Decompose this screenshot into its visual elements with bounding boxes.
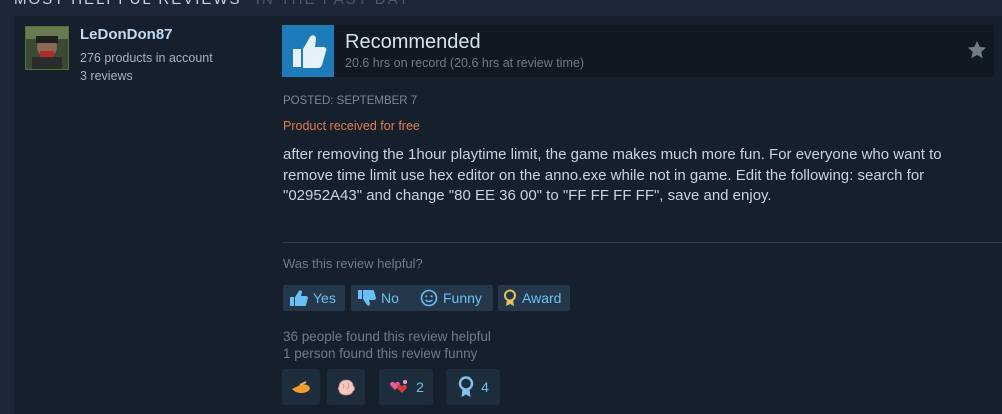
funny-button[interactable]: Funny	[413, 285, 493, 311]
section-title: MOST HELPFUL REVIEWS	[14, 0, 242, 8]
award-count: 2	[416, 379, 424, 395]
brain-icon	[337, 379, 355, 396]
helpful-count: 36 people found this review helpful	[283, 329, 491, 344]
thumbs-down-small-icon	[358, 290, 376, 306]
award-badge[interactable]: 4	[446, 369, 500, 405]
section-header: MOST HELPFUL REVIEWS IN THE PAST DAY	[14, 0, 410, 8]
avatar[interactable]	[25, 26, 69, 70]
award-count: 4	[481, 379, 489, 395]
award-button[interactable]: Award	[498, 285, 570, 311]
hearts-icon	[390, 380, 408, 393]
award-label: Award	[522, 290, 562, 306]
received-free-notice: Product received for free	[283, 119, 420, 133]
vote-header[interactable]: Recommended 20.6 hrs on record (20.6 hrs…	[282, 25, 994, 77]
yes-label: Yes	[313, 290, 336, 306]
yes-button[interactable]: Yes	[283, 285, 345, 311]
helpful-question: Was this review helpful?	[283, 256, 423, 271]
star-icon[interactable]	[966, 39, 988, 61]
posted-date: POSTED: SEPTEMBER 7	[283, 95, 418, 107]
divider	[283, 242, 1002, 243]
medal-icon	[458, 376, 474, 397]
funny-label: Funny	[443, 290, 482, 306]
review-card: LeDonDon87 276 products in account 3 rev…	[14, 16, 1002, 414]
review-verdict[interactable]: Recommended	[345, 31, 481, 54]
author-products-count[interactable]: 276 products in account	[80, 51, 213, 65]
award-icon	[504, 289, 516, 306]
award-badge[interactable]	[327, 369, 365, 405]
smiley-icon	[420, 289, 438, 307]
no-button[interactable]: No	[351, 285, 421, 311]
author-reviews-count[interactable]: 3 reviews	[80, 69, 133, 83]
hand-icon	[292, 381, 310, 393]
award-badge[interactable]: 2	[379, 369, 433, 405]
award-badge[interactable]	[282, 369, 320, 405]
no-label: No	[381, 290, 399, 306]
review-text: after removing the 1hour playtime limit,…	[283, 146, 942, 204]
thumbs-up-small-icon	[290, 290, 308, 306]
funny-count: 1 person found this review funny	[283, 346, 478, 361]
thumbs-up-icon	[282, 25, 334, 77]
author-name[interactable]: LeDonDon87	[80, 26, 173, 43]
section-subtitle: IN THE PAST DAY	[256, 0, 411, 8]
hours-on-record: 20.6 hrs on record (20.6 hrs at review t…	[345, 56, 584, 70]
